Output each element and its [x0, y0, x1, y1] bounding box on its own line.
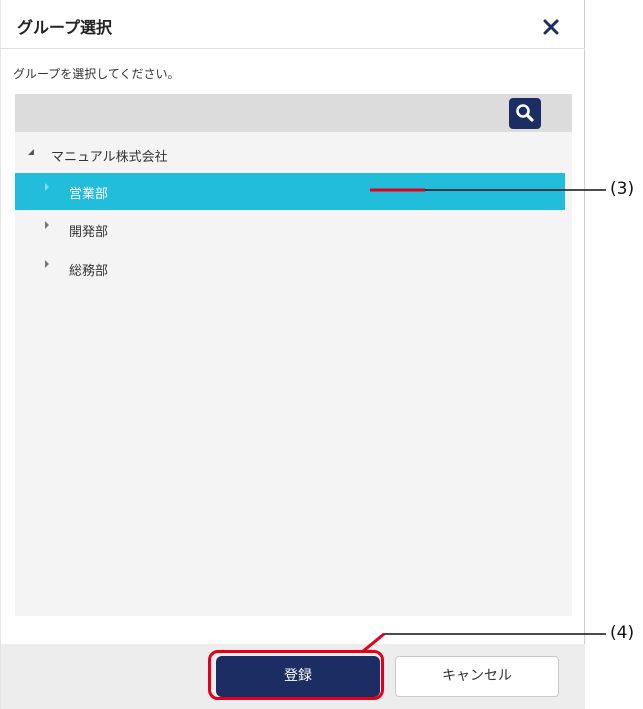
collapsed-triangle-icon[interactable]	[41, 211, 53, 248]
tree-node-root[interactable]: マニュアル株式会社	[15, 136, 565, 173]
group-tree: マニュアル株式会社 営業部 開発部 総務部	[15, 132, 572, 616]
tree-node-sales[interactable]: 営業部	[15, 173, 565, 210]
search-icon	[516, 104, 534, 122]
tree-node-label: マニュアル株式会社	[51, 150, 168, 165]
instruction-text: グループを選択してください。	[13, 67, 180, 81]
tree-node-development[interactable]: 開発部	[15, 211, 565, 248]
group-select-dialog: グループ選択 グループを選択してください。 マニュアル株式会社 営業部 開発部 …	[0, 0, 585, 709]
tree-node-general-affairs[interactable]: 総務部	[15, 250, 565, 287]
register-highlight	[208, 650, 384, 700]
tree-node-label: 開発部	[69, 225, 109, 240]
dialog-header: グループ選択	[1, 0, 585, 49]
search-button[interactable]	[509, 98, 541, 129]
cancel-button[interactable]: キャンセル	[395, 656, 559, 697]
expanded-triangle-icon[interactable]	[25, 136, 37, 173]
callout-label-3: (3)	[610, 179, 635, 199]
search-bar	[15, 94, 572, 132]
collapsed-triangle-icon[interactable]	[41, 250, 53, 287]
close-icon[interactable]	[541, 17, 561, 37]
tree-node-label: 総務部	[69, 264, 109, 279]
collapsed-triangle-icon[interactable]	[41, 173, 53, 210]
dialog-title: グループ選択	[17, 18, 113, 37]
tree-node-label: 営業部	[69, 187, 109, 202]
callout-label-4: (4)	[610, 623, 635, 643]
